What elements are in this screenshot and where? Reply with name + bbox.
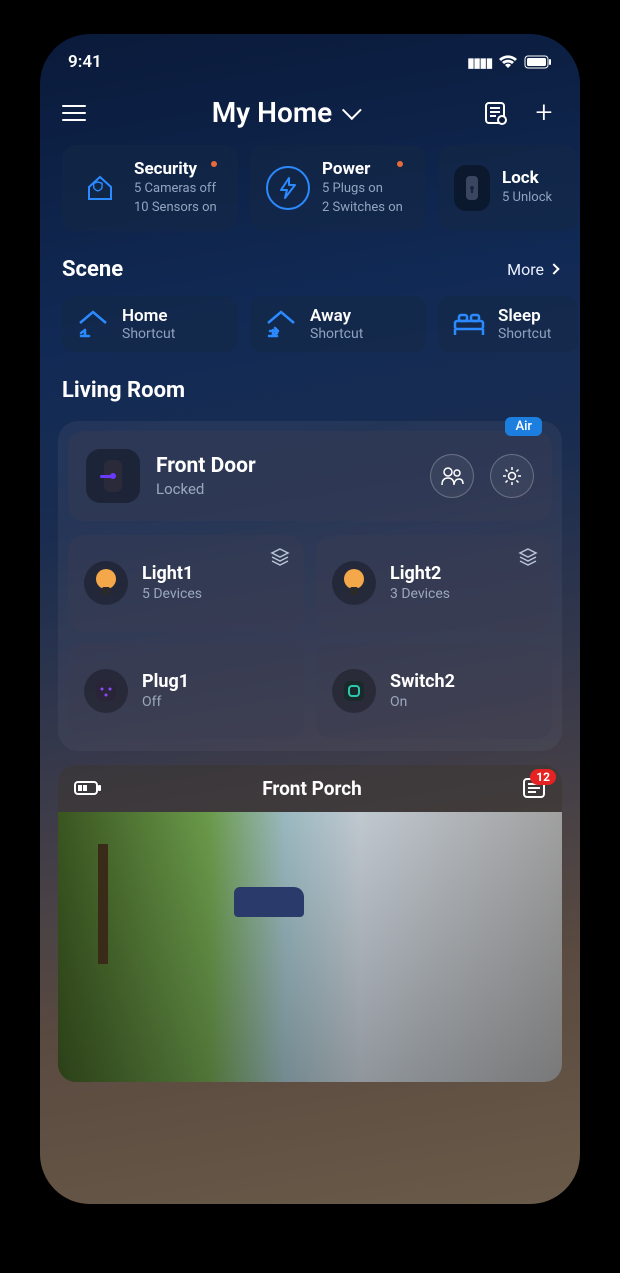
- menu-button[interactable]: [62, 105, 86, 121]
- share-users-button[interactable]: [430, 454, 474, 498]
- scene-header: Scene More: [40, 231, 580, 296]
- scene-sub: Shortcut: [498, 326, 551, 342]
- quick-card-power[interactable]: Power 5 Plugs on 2 Switches on: [250, 145, 426, 231]
- bolt-icon: [266, 166, 310, 210]
- device-front-door[interactable]: Front Door Locked: [68, 431, 552, 521]
- room-panel: Air Front Door Locked: [58, 421, 562, 751]
- quick-cards-row[interactable]: Security 5 Cameras off 10 Sensors on Pow…: [40, 145, 580, 231]
- chevron-down-icon: [342, 100, 362, 120]
- device-sub: On: [390, 694, 455, 710]
- scene-name: Away: [310, 306, 363, 326]
- scene-name: Sleep: [498, 306, 551, 326]
- room-header: Living Room: [40, 352, 580, 411]
- scene-row[interactable]: Home Shortcut Away Shortcut Sleep Shortc…: [40, 296, 580, 352]
- card-line1: 5 Unlock: [502, 190, 552, 207]
- events-button[interactable]: 12: [522, 777, 546, 799]
- settings-button[interactable]: [490, 454, 534, 498]
- device-switch2[interactable]: Switch2 On: [316, 643, 552, 739]
- scene-heading: Scene: [62, 257, 123, 282]
- scene-sleep[interactable]: Sleep Shortcut: [438, 296, 578, 352]
- home-out-icon: [264, 309, 298, 339]
- wifi-icon: [498, 55, 518, 69]
- camera-title: Front Porch: [112, 777, 512, 800]
- card-line1: 5 Plugs on: [322, 181, 403, 198]
- stack-icon: [270, 547, 290, 567]
- phone-frame: 9:41 My Home +: [40, 34, 580, 1204]
- card-title: Lock: [502, 168, 552, 188]
- card-line1: 5 Cameras off: [134, 181, 217, 198]
- lock-icon: [454, 165, 490, 211]
- activity-log-button[interactable]: [482, 99, 510, 127]
- card-line2: 10 Sensors on: [134, 200, 217, 217]
- quick-card-security[interactable]: Security 5 Cameras off 10 Sensors on: [62, 145, 238, 231]
- bed-icon: [452, 311, 486, 337]
- page-title: My Home: [212, 96, 332, 129]
- lock-icon: [86, 449, 140, 503]
- camera-card[interactable]: Front Porch 12: [58, 765, 562, 1082]
- home-selector[interactable]: My Home: [102, 96, 466, 129]
- scene-home[interactable]: Home Shortcut: [62, 296, 238, 352]
- air-badge[interactable]: Air: [505, 417, 542, 436]
- device-name: Front Door: [156, 454, 256, 478]
- scene-sub: Shortcut: [122, 326, 175, 342]
- scene-away[interactable]: Away Shortcut: [250, 296, 426, 352]
- device-status: Locked: [156, 480, 256, 498]
- device-light1[interactable]: Light1 5 Devices: [68, 535, 304, 631]
- device-name: Plug1: [142, 671, 189, 692]
- device-sub: 5 Devices: [142, 586, 202, 602]
- camera-preview[interactable]: [58, 812, 562, 1082]
- card-title: Power: [322, 159, 403, 179]
- card-line2: 2 Switches on: [322, 200, 403, 217]
- stack-icon: [518, 547, 538, 567]
- clock: 9:41: [68, 52, 102, 72]
- events-count-badge: 12: [530, 769, 556, 785]
- cellular-icon: [467, 52, 492, 72]
- quick-card-lock[interactable]: Lock 5 Unlock: [438, 145, 578, 231]
- status-bar: 9:41: [40, 34, 580, 82]
- switch-icon: [332, 669, 376, 713]
- scene-more-button[interactable]: More: [507, 260, 558, 279]
- device-grid: Light1 5 Devices Light2 3 Devices: [68, 535, 552, 739]
- bulb-icon: [84, 561, 128, 605]
- status-icons: [467, 52, 552, 72]
- scene-name: Home: [122, 306, 175, 326]
- plug-icon: [84, 669, 128, 713]
- device-sub: 3 Devices: [390, 586, 450, 602]
- battery-icon: [74, 780, 102, 796]
- home-in-icon: [76, 309, 110, 339]
- bulb-icon: [332, 561, 376, 605]
- device-name: Light2: [390, 563, 450, 584]
- more-label: More: [507, 260, 544, 279]
- camera-header: Front Porch 12: [58, 765, 562, 812]
- device-plug1[interactable]: Plug1 Off: [68, 643, 304, 739]
- battery-icon: [524, 55, 552, 69]
- chevron-right-icon: [548, 264, 559, 275]
- device-light2[interactable]: Light2 3 Devices: [316, 535, 552, 631]
- device-name: Light1: [142, 563, 202, 584]
- device-name: Switch2: [390, 671, 455, 692]
- card-title: Security: [134, 159, 217, 179]
- room-name: Living Room: [62, 378, 185, 403]
- scene-sub: Shortcut: [310, 326, 363, 342]
- device-sub: Off: [142, 694, 189, 710]
- add-button[interactable]: +: [530, 99, 558, 127]
- app-header: My Home +: [40, 82, 580, 145]
- home-shield-icon: [78, 166, 122, 210]
